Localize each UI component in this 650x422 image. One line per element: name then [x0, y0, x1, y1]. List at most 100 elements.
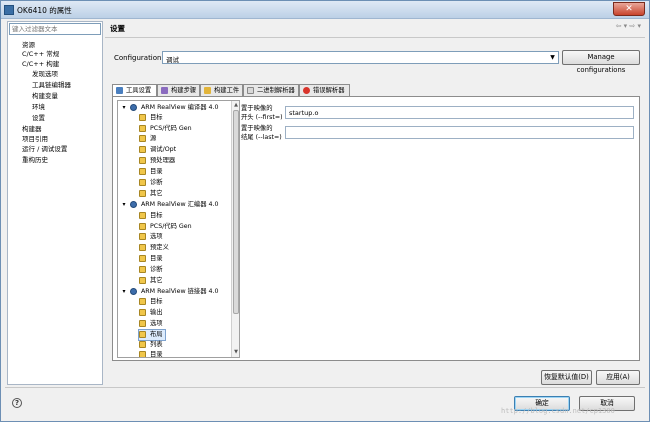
setting-icon — [139, 125, 146, 132]
tab-binary-parsers[interactable]: 二进制解析器 — [243, 84, 299, 96]
tree-item-label: 目录 — [150, 168, 163, 175]
setting-icon — [139, 309, 146, 316]
tree-group-label: ARM RealView 链接器 4.0 — [141, 288, 219, 295]
chevron-down-icon[interactable]: ▼ — [548, 53, 557, 62]
error-parsers-icon — [303, 87, 310, 94]
setting-icon — [139, 146, 146, 153]
last-object-input[interactable] — [285, 126, 634, 139]
label-line: 置于映像的 — [241, 105, 273, 112]
tree-item-label: PCS/代码 Gen — [150, 223, 192, 230]
label-line: 置于映像的 — [241, 125, 273, 132]
tree-item-label: 输出 — [150, 309, 163, 316]
configuration-label: Configuration: — [114, 54, 164, 62]
tree-item-label: 调试/Opt — [150, 146, 177, 153]
tree-item-label: 预定义 — [150, 244, 169, 251]
tree-item-label: 目录 — [150, 255, 163, 262]
setting-icon — [139, 233, 146, 240]
tree-item-label: 选项 — [150, 320, 163, 327]
tree-item-label: 列表 — [150, 341, 163, 348]
tab-build-steps[interactable]: 构建步骤 — [157, 84, 200, 96]
first-object-input[interactable] — [285, 106, 634, 119]
setting-icon — [139, 179, 146, 186]
setting-icon — [139, 212, 146, 219]
setting-icon — [139, 298, 146, 305]
first-field-label: 置于映像的 开头 (--first=) — [241, 104, 283, 122]
nav-item-run-debug-settings[interactable]: 运行 / 调试设置 — [22, 143, 67, 153]
tree-group-label: ARM RealView 汇编器 4.0 — [141, 201, 219, 208]
header-divider — [105, 37, 645, 38]
nav-item-builders[interactable]: 构建器 — [22, 123, 42, 133]
scroll-up-icon[interactable]: ▲ — [233, 102, 239, 108]
tree-item-label: 诊断 — [150, 266, 163, 273]
nav-item-project-references[interactable]: 项目引用 — [22, 133, 48, 143]
setting-icon — [139, 320, 146, 327]
setting-icon — [139, 223, 146, 230]
tab-label: 构建步骤 — [171, 87, 197, 94]
tool-icon — [130, 104, 137, 111]
configuration-select[interactable]: 调试 ▼ — [162, 51, 559, 64]
nav-item-refactoring-history[interactable]: 重构历史 — [22, 154, 48, 164]
tab-label: 工具设置 — [126, 87, 152, 94]
collapse-icon[interactable]: ▾ — [121, 202, 127, 208]
properties-dialog: OK6410 的属性 ✕ 资源 C/C++ 常规 C/C++ 构建 发现选项 工… — [0, 0, 650, 422]
help-icon[interactable]: ? — [12, 398, 22, 408]
tree-item-label: 源 — [150, 135, 157, 142]
nav-item-environment[interactable]: 环境 — [32, 101, 45, 111]
nav-item-discovery-options[interactable]: 发现选项 — [32, 68, 58, 78]
tree-group-label: ARM RealView 编译器 4.0 — [141, 104, 219, 111]
nav-item-toolchain-editor[interactable]: 工具链编辑器 — [32, 79, 71, 89]
tool-icon — [130, 201, 137, 208]
scroll-down-icon[interactable]: ▼ — [233, 349, 239, 355]
page-title: 设置 — [110, 24, 125, 33]
tab-label: 错误解析器 — [313, 87, 345, 94]
nav-item-settings[interactable]: 设置 — [32, 112, 45, 122]
navigation-pane: 资源 C/C++ 常规 C/C++ 构建 发现选项 工具链编辑器 构建变量 环境… — [7, 21, 103, 385]
tree-item-label: 预处理器 — [150, 157, 176, 164]
page-header: 设置 ⇦ ▾ ⇨ ▾ — [105, 21, 645, 35]
build-artifact-icon — [204, 87, 211, 94]
app-icon — [4, 5, 14, 15]
tree-item-label: 其它 — [150, 190, 163, 197]
collapse-icon[interactable]: ▾ — [121, 105, 127, 111]
watermark-url: http://blog.csdn.net/cp1300 — [501, 407, 615, 415]
label-line: 结尾 (--last=) — [241, 134, 282, 141]
scroll-thumb[interactable] — [233, 110, 239, 314]
manage-configurations-button[interactable]: Manage configurations — [562, 50, 640, 74]
close-button[interactable]: ✕ — [613, 2, 645, 16]
setting-icon — [139, 331, 146, 338]
tree-item-label: 目标 — [150, 212, 163, 219]
tab-label: 二进制解析器 — [257, 87, 295, 94]
tree-item-label: PCS/代码 Gen — [150, 125, 192, 132]
history-nav-arrows[interactable]: ⇦ ▾ ⇨ ▾ — [616, 22, 641, 30]
last-field-label: 置于映像的 结尾 (--last=) — [241, 124, 282, 142]
tool-icon — [130, 288, 137, 295]
setting-icon — [139, 255, 146, 262]
collapse-icon[interactable]: ▾ — [121, 289, 127, 295]
label-line: 开头 (--first=) — [241, 114, 283, 121]
window-title: OK6410 的属性 — [17, 6, 72, 15]
tree-item-label: 选项 — [150, 233, 163, 240]
setting-icon — [139, 341, 146, 348]
tree-item-selected[interactable]: 布局 — [138, 329, 166, 341]
nav-item-cpp-build[interactable]: C/C++ 构建 — [22, 58, 59, 68]
footer-divider — [5, 387, 645, 388]
setting-icon — [139, 157, 146, 164]
setting-icon — [139, 351, 146, 357]
nav-item-cpp-general[interactable]: C/C++ 常规 — [22, 48, 59, 58]
setting-icon — [139, 190, 146, 197]
setting-icon — [139, 114, 146, 121]
filter-input[interactable] — [9, 23, 101, 35]
tree-item-label: 其它 — [150, 277, 163, 284]
tool-settings-icon — [116, 87, 123, 94]
configuration-value: 调试 — [166, 56, 179, 64]
tab-build-artifact[interactable]: 构建工件 — [200, 84, 243, 96]
tab-error-parsers[interactable]: 错误解析器 — [299, 84, 350, 96]
tree-item-label: 布局 — [150, 331, 163, 338]
restore-defaults-button[interactable]: 恢复默认值(D) — [541, 370, 592, 385]
apply-button[interactable]: 应用(A) — [596, 370, 640, 385]
tree-scrollbar[interactable]: ▲ ▼ — [231, 101, 239, 357]
tree-item-label: 目标 — [150, 298, 163, 305]
tab-label: 构建工件 — [214, 87, 240, 94]
nav-item-build-variables[interactable]: 构建变量 — [32, 90, 58, 100]
setting-icon — [139, 266, 146, 273]
